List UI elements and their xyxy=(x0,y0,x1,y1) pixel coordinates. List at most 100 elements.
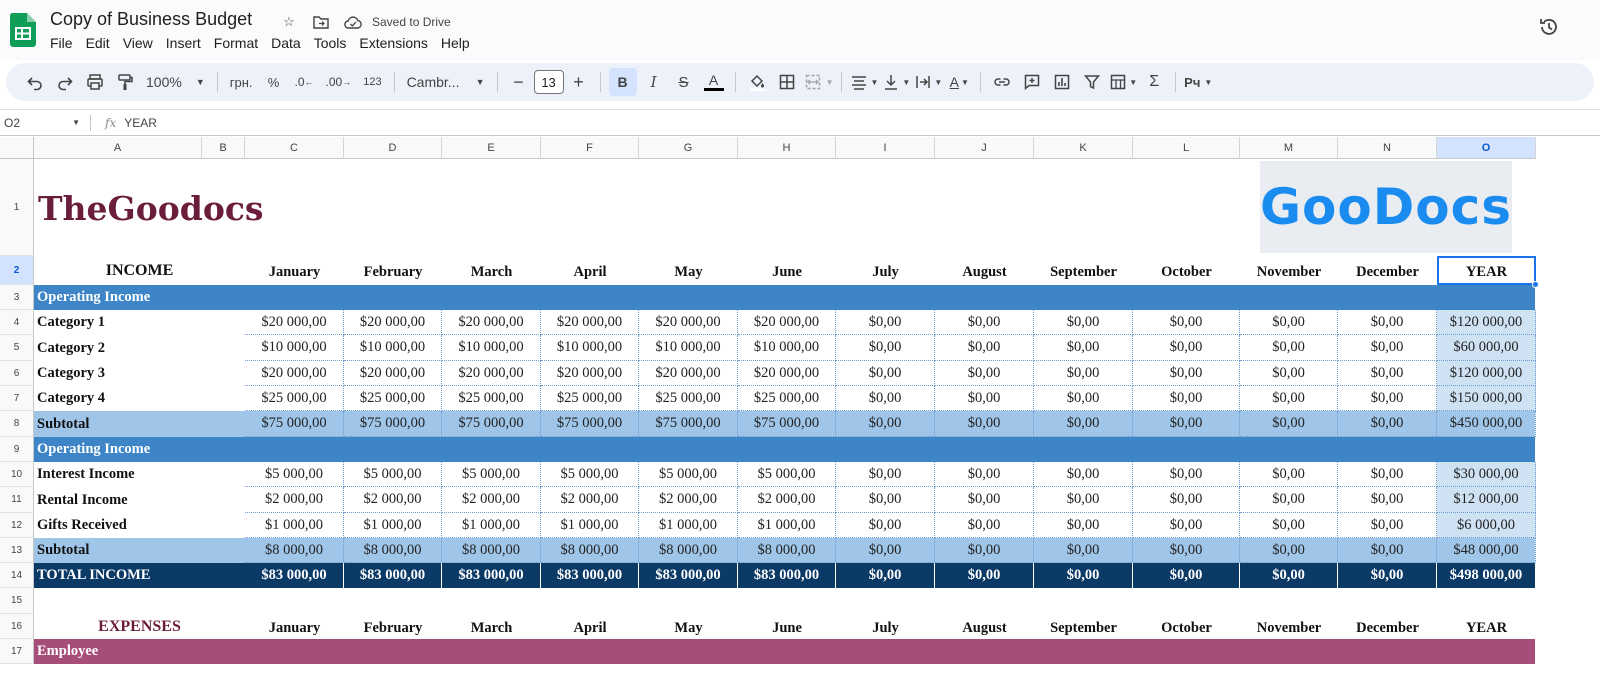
value-cell[interactable]: $5 000,00 xyxy=(541,462,639,487)
value-cell[interactable]: $20 000,00 xyxy=(738,361,836,386)
value-cell[interactable]: $0,00 xyxy=(935,335,1034,361)
value-cell[interactable]: $2 000,00 xyxy=(541,487,639,513)
value-cell[interactable]: $0,00 xyxy=(1338,513,1437,538)
value-cell[interactable]: $83 000,00 xyxy=(639,563,738,588)
value-cell[interactable]: $8 000,00 xyxy=(245,538,344,563)
value-cell[interactable]: $8 000,00 xyxy=(541,538,639,563)
row-header-8[interactable]: 8 xyxy=(0,411,34,437)
row-header-3[interactable]: 3 xyxy=(0,285,34,310)
version-history-icon[interactable] xyxy=(1538,16,1560,38)
value-cell[interactable]: $0,00 xyxy=(1133,513,1240,538)
value-cell[interactable]: $1 000,00 xyxy=(738,513,836,538)
row-header-4[interactable]: 4 xyxy=(0,310,34,335)
value-cell[interactable]: $0,00 xyxy=(1133,411,1240,437)
value-cell[interactable]: $20 000,00 xyxy=(245,361,344,386)
name-box[interactable]: O2 ▼ xyxy=(0,116,90,130)
value-cell[interactable]: $5 000,00 xyxy=(442,462,541,487)
borders-icon[interactable] xyxy=(774,68,800,96)
italic-icon[interactable]: I xyxy=(641,68,667,96)
value-cell[interactable]: $0,00 xyxy=(1034,411,1133,437)
value-cell[interactable]: $1 000,00 xyxy=(245,513,344,538)
value-cell[interactable]: $0,00 xyxy=(1133,310,1240,335)
value-cell[interactable]: $0,00 xyxy=(1034,563,1133,588)
value-cell[interactable]: $0,00 xyxy=(935,487,1034,513)
percent-format-button[interactable]: % xyxy=(261,68,287,96)
menu-extensions[interactable]: Extensions xyxy=(359,35,434,51)
text-color-icon[interactable]: A xyxy=(701,68,727,96)
value-cell[interactable]: $0,00 xyxy=(1338,335,1437,361)
menu-view[interactable]: View xyxy=(123,35,160,51)
value-cell[interactable]: $0,00 xyxy=(1338,563,1437,588)
value-cell[interactable]: $0,00 xyxy=(935,563,1034,588)
value-cell[interactable]: $1 000,00 xyxy=(442,513,541,538)
fill-color-icon[interactable] xyxy=(744,68,770,96)
value-cell[interactable]: $0,00 xyxy=(836,361,935,386)
value-cell[interactable]: $0,00 xyxy=(1133,386,1240,411)
bold-icon[interactable]: B xyxy=(608,68,637,96)
value-cell[interactable]: $83 000,00 xyxy=(541,563,639,588)
value-cell[interactable]: $83 000,00 xyxy=(738,563,836,588)
value-cell[interactable]: $0,00 xyxy=(1133,462,1240,487)
strikethrough-icon[interactable]: S xyxy=(671,68,697,96)
value-cell[interactable]: $25 000,00 xyxy=(442,386,541,411)
row-header-1[interactable]: 1 xyxy=(0,159,34,256)
value-cell[interactable]: $0,00 xyxy=(1034,462,1133,487)
value-cell[interactable]: $20 000,00 xyxy=(344,310,442,335)
row-header-9[interactable]: 9 xyxy=(0,437,34,462)
redo-icon[interactable] xyxy=(52,68,78,96)
value-cell[interactable]: $8 000,00 xyxy=(344,538,442,563)
value-cell[interactable]: $0,00 xyxy=(935,386,1034,411)
column-header-g[interactable]: G xyxy=(639,137,738,159)
value-cell[interactable]: $0,00 xyxy=(1338,462,1437,487)
value-cell[interactable]: $75 000,00 xyxy=(541,411,639,437)
value-cell[interactable]: $20 000,00 xyxy=(442,361,541,386)
menu-tools[interactable]: Tools xyxy=(314,35,354,51)
value-cell[interactable]: $20 000,00 xyxy=(639,361,738,386)
row-header-13[interactable]: 13 xyxy=(0,538,34,563)
menu-data[interactable]: Data xyxy=(271,35,308,51)
value-cell[interactable]: $0,00 xyxy=(1338,487,1437,513)
value-cell[interactable]: $0,00 xyxy=(836,462,935,487)
undo-icon[interactable] xyxy=(22,68,48,96)
row-header-7[interactable]: 7 xyxy=(0,386,34,411)
value-cell[interactable]: $75 000,00 xyxy=(442,411,541,437)
value-cell[interactable]: $20 000,00 xyxy=(639,310,738,335)
value-cell[interactable]: $0,00 xyxy=(1240,538,1338,563)
column-header-n[interactable]: N xyxy=(1338,137,1437,159)
value-cell[interactable]: $6 000,00 xyxy=(1437,513,1536,538)
value-cell[interactable]: $0,00 xyxy=(935,411,1034,437)
menu-format[interactable]: Format xyxy=(214,35,265,51)
insert-chart-icon[interactable] xyxy=(1049,68,1075,96)
sheets-logo-icon[interactable] xyxy=(10,13,36,47)
value-cell[interactable]: $75 000,00 xyxy=(344,411,442,437)
insert-comment-icon[interactable] xyxy=(1019,68,1045,96)
value-cell[interactable]: $8 000,00 xyxy=(738,538,836,563)
value-cell[interactable]: $0,00 xyxy=(1034,513,1133,538)
value-cell[interactable]: $0,00 xyxy=(1240,411,1338,437)
value-cell[interactable]: $0,00 xyxy=(1133,335,1240,361)
star-icon[interactable]: ☆ xyxy=(278,11,300,33)
menu-insert[interactable]: Insert xyxy=(166,35,208,51)
value-cell[interactable]: $0,00 xyxy=(1338,411,1437,437)
value-cell[interactable]: $0,00 xyxy=(1240,513,1338,538)
formula-input[interactable]: YEAR xyxy=(124,116,157,130)
select-all-corner[interactable] xyxy=(0,137,34,159)
value-cell[interactable]: $0,00 xyxy=(836,411,935,437)
value-cell[interactable]: $0,00 xyxy=(1240,462,1338,487)
filter-views-icon[interactable]: ▼ xyxy=(1109,68,1137,96)
value-cell[interactable]: $20 000,00 xyxy=(541,361,639,386)
selected-cell-outline[interactable] xyxy=(1437,256,1536,285)
value-cell[interactable]: $0,00 xyxy=(935,462,1034,487)
value-cell[interactable]: $2 000,00 xyxy=(245,487,344,513)
value-cell[interactable]: $0,00 xyxy=(1034,487,1133,513)
decrease-font-size-icon[interactable]: − xyxy=(506,68,532,96)
value-cell[interactable]: $0,00 xyxy=(836,487,935,513)
value-cell[interactable]: $0,00 xyxy=(1133,563,1240,588)
column-header-c[interactable]: C xyxy=(245,137,344,159)
value-cell[interactable]: $75 000,00 xyxy=(738,411,836,437)
increase-font-size-icon[interactable]: + xyxy=(566,68,592,96)
value-cell[interactable]: $1 000,00 xyxy=(344,513,442,538)
row-header-15[interactable]: 15 xyxy=(0,588,34,614)
column-header-l[interactable]: L xyxy=(1133,137,1240,159)
functions-icon[interactable]: Σ xyxy=(1141,68,1167,96)
